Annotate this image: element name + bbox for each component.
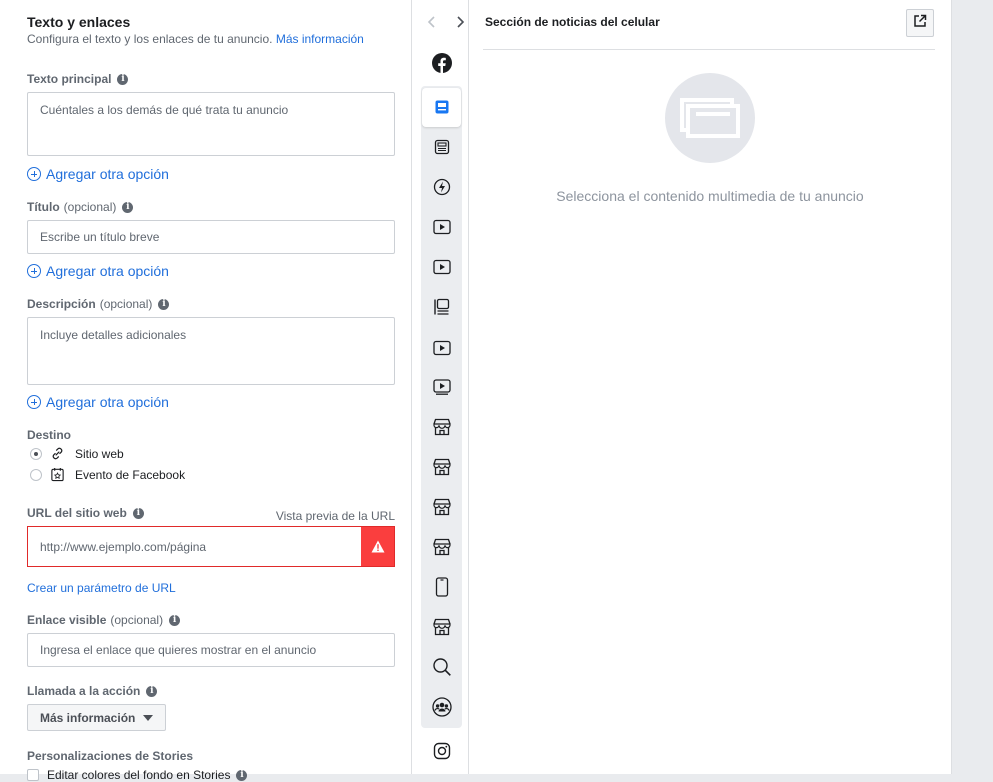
info-icon[interactable]: i [146, 685, 158, 697]
groups-icon[interactable] [431, 696, 453, 718]
description-field[interactable]: Incluye detalles adicionales [27, 317, 395, 385]
checkbox[interactable] [27, 769, 39, 781]
checkbox-label: Editar colores del fondo en Stories [47, 768, 231, 782]
instagram-icon[interactable] [431, 740, 453, 762]
cta-dropdown[interactable]: Más información [27, 704, 166, 731]
preview-title: Sección de noticias del celular [485, 15, 660, 29]
info-icon[interactable]: i [132, 507, 144, 519]
website-url-input[interactable]: http://www.ejemplo.com/página [27, 526, 395, 567]
suggested-video-icon[interactable] [431, 337, 453, 359]
empty-media-message: Selecciona el contenido multimedia de tu… [556, 188, 864, 204]
display-link-label: Enlace visible (opcional) i [27, 613, 181, 627]
radio-button[interactable] [30, 447, 42, 460]
radio-button[interactable] [30, 468, 42, 481]
stories-label: Personalizaciones de Stories [27, 749, 194, 763]
info-icon[interactable]: i [117, 73, 129, 85]
info-icon[interactable]: i [236, 769, 248, 781]
placement-selector [411, 0, 469, 774]
info-icon[interactable]: i [122, 201, 134, 213]
open-preview-button[interactable] [906, 9, 934, 37]
destination-option-label: Sitio web [75, 446, 124, 461]
mobile-feed-icon[interactable] [431, 96, 453, 118]
event-icon [50, 467, 65, 482]
external-link-icon [913, 14, 927, 33]
marketplace-icon[interactable] [431, 616, 453, 638]
optional-tag: (opcional) [99, 297, 153, 311]
section-title: Texto y enlaces [27, 14, 131, 30]
add-option-label: Agregar otra opción [46, 394, 169, 410]
website-url-placeholder: http://www.ejemplo.com/página [40, 539, 207, 554]
display-link-input[interactable]: Ingresa el enlace que quieres mostrar en… [27, 633, 395, 667]
chevron-right-icon[interactable] [452, 14, 468, 30]
chevron-left-icon[interactable] [424, 14, 440, 30]
headline-label: Título (opcional) i [27, 200, 134, 214]
instant-article-icon[interactable] [431, 176, 453, 198]
info-icon[interactable]: i [158, 298, 170, 310]
add-option-button[interactable]: Agregar otra opción [27, 166, 169, 182]
marketplace-icon[interactable] [431, 416, 453, 438]
placement-nav [424, 14, 468, 30]
website-url-label: URL del sitio web i [27, 506, 144, 520]
marketplace-icon[interactable] [431, 456, 453, 478]
right-gutter [951, 0, 993, 774]
plus-circle-icon [27, 167, 41, 181]
cta-label-text: Llamada a la acción [27, 684, 141, 698]
stories-bg-checkbox-row[interactable]: Editar colores del fondo en Stories i [27, 768, 248, 782]
cta-label: Llamada a la acción i [27, 684, 158, 698]
display-link-label-text: Enlace visible [27, 613, 107, 627]
plus-circle-icon [27, 264, 41, 278]
primary-text-label-text: Texto principal [27, 72, 112, 86]
link-icon [50, 446, 65, 461]
headline-input[interactable]: Escribe un título breve [27, 220, 395, 254]
destination-option-event[interactable]: Evento de Facebook [30, 467, 185, 482]
cta-selected-value: Más información [40, 710, 136, 725]
in-stream-video-icon[interactable] [431, 216, 453, 238]
stories-icon[interactable] [431, 576, 453, 598]
media-placeholder-icon [665, 73, 755, 163]
description-label: Descripción (opcional) i [27, 297, 170, 311]
create-url-parameter-link[interactable]: Crear un parámetro de URL [27, 581, 176, 595]
add-option-label: Agregar otra opción [46, 166, 169, 182]
add-option-button[interactable]: Agregar otra opción [27, 263, 169, 279]
add-option-button[interactable]: Agregar otra opción [27, 394, 169, 410]
website-url-label-text: URL del sitio web [27, 506, 127, 520]
primary-text-field[interactable]: Cuéntales a los demás de qué trata tu an… [27, 92, 395, 156]
warning-icon [361, 527, 394, 566]
video-icon[interactable] [431, 376, 453, 398]
divider [483, 49, 935, 50]
marketplace-icon[interactable] [431, 536, 453, 558]
primary-text-label: Texto principal i [27, 72, 129, 86]
subtitle-text: Configura el texto y los enlaces de tu a… [27, 32, 273, 46]
description-label-text: Descripción [27, 297, 96, 311]
search-icon[interactable] [431, 656, 453, 678]
optional-tag: (opcional) [110, 613, 164, 627]
text-links-panel: Texto y enlaces Configura el texto y los… [0, 0, 411, 782]
caret-down-icon [143, 714, 154, 721]
ad-preview-panel: Sección de noticias del celular Seleccio… [469, 0, 951, 774]
info-icon[interactable]: i [169, 614, 181, 626]
destination-label: Destino [27, 428, 72, 442]
headline-label-text: Título [27, 200, 60, 214]
add-option-label: Agregar otra opción [46, 263, 169, 279]
section-subtitle: Configura el texto y los enlaces de tu a… [27, 32, 364, 46]
facebook-icon[interactable] [431, 52, 453, 74]
url-preview-link[interactable]: Vista previa de la URL [276, 509, 395, 523]
destination-option-label: Evento de Facebook [75, 467, 186, 482]
marketplace-icon[interactable] [431, 496, 453, 518]
more-info-link[interactable]: Más información [276, 32, 364, 46]
plus-circle-icon [27, 395, 41, 409]
video-feed-icon[interactable] [431, 256, 453, 278]
desktop-feed-icon[interactable] [431, 136, 453, 158]
destination-option-website[interactable]: Sitio web [30, 446, 124, 461]
right-column-icon[interactable] [431, 296, 453, 318]
optional-tag: (opcional) [63, 200, 117, 214]
